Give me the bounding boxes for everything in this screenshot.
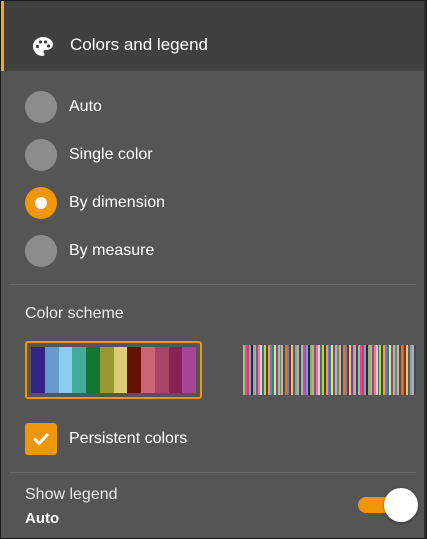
color-swatches xyxy=(243,345,416,395)
radio-button[interactable] xyxy=(25,139,57,171)
radio-selected-dot xyxy=(35,197,47,209)
radio-button-selected[interactable] xyxy=(25,187,57,219)
color-swatch xyxy=(99,347,114,393)
color-swatch xyxy=(127,347,141,393)
color-swatch xyxy=(44,347,59,393)
show-legend-label: Show legend xyxy=(25,486,118,503)
show-legend-toggle[interactable] xyxy=(358,488,418,522)
properties-panel: Colors and legend Auto Single color By d… xyxy=(0,0,427,539)
color-swatch xyxy=(72,347,86,393)
radio-label: By dimension xyxy=(69,194,166,211)
header-title: Colors and legend xyxy=(70,35,208,54)
color-swatch xyxy=(168,347,183,393)
radio-option-single-color[interactable]: Single color xyxy=(25,139,405,171)
color-swatch xyxy=(141,347,155,393)
panel-edge xyxy=(424,1,426,538)
persistent-colors-label: Persistent colors xyxy=(69,430,188,447)
radio-button[interactable] xyxy=(25,235,57,267)
color-swatch xyxy=(86,347,100,393)
radio-button[interactable] xyxy=(25,91,57,123)
show-legend-value: Auto xyxy=(25,510,60,527)
radio-option-by-dimension[interactable]: By dimension xyxy=(25,187,405,219)
color-swatch xyxy=(113,347,128,393)
color-scheme-option-12-colors[interactable] xyxy=(25,341,202,399)
color-swatch xyxy=(414,345,416,395)
color-swatch xyxy=(31,347,45,393)
color-swatch xyxy=(154,347,169,393)
divider xyxy=(9,472,416,473)
color-scheme-label: Color scheme xyxy=(25,305,124,322)
palette-icon xyxy=(33,37,53,56)
color-swatches xyxy=(31,347,196,393)
color-swatch xyxy=(58,347,73,393)
radio-label: Auto xyxy=(69,98,102,115)
radio-label: Single color xyxy=(69,146,153,163)
radio-option-by-measure[interactable]: By measure xyxy=(25,235,405,267)
persistent-colors-checkbox-row[interactable]: Persistent colors xyxy=(25,423,325,455)
toggle-knob[interactable] xyxy=(384,488,418,522)
colors-and-legend-header[interactable]: Colors and legend xyxy=(1,1,424,71)
divider xyxy=(9,284,416,285)
checkmark-icon xyxy=(33,433,49,445)
color-scheme-option-100-colors[interactable] xyxy=(243,341,416,399)
radio-option-auto[interactable]: Auto xyxy=(25,91,405,123)
color-swatch xyxy=(182,347,196,393)
persistent-colors-checkbox[interactable] xyxy=(25,423,57,455)
radio-label: By measure xyxy=(69,242,155,259)
